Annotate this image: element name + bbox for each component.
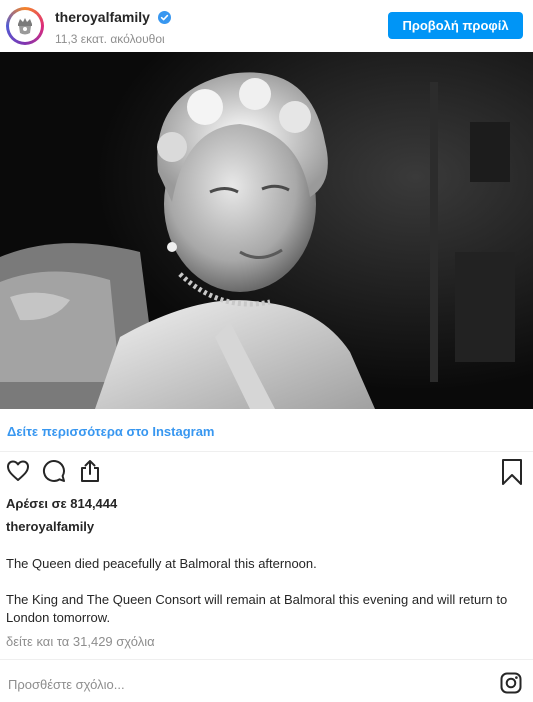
view-profile-button[interactable]: Προβολή προφίλ xyxy=(388,12,523,39)
post-header: theroyalfamily 11,3 εκατ. ακόλουθοι Προβ… xyxy=(0,0,533,52)
portrait-image xyxy=(0,52,533,409)
view-comments-link[interactable]: δείτε και τα 31,429 σχόλια xyxy=(6,634,155,649)
verified-badge-icon xyxy=(158,11,172,29)
comment-input[interactable] xyxy=(6,676,480,693)
post-photo[interactable] xyxy=(0,52,533,409)
royal-crest-icon xyxy=(9,10,41,42)
comment-icon[interactable] xyxy=(42,459,66,488)
instagram-embed-card: theroyalfamily 11,3 εκατ. ακόλουθοι Προβ… xyxy=(0,0,533,702)
user-info: theroyalfamily 11,3 εκατ. ακόλουθοι xyxy=(55,9,172,46)
heart-icon[interactable] xyxy=(6,459,30,488)
followers-count: 11,3 εκατ. ακόλουθοι xyxy=(55,32,165,46)
view-more-on-instagram-link[interactable]: Δείτε περισσότερα στο Instagram xyxy=(7,424,215,439)
instagram-icon[interactable] xyxy=(500,672,522,699)
caption-line-1: The Queen died peacefully at Balmoral th… xyxy=(6,556,317,571)
share-icon[interactable] xyxy=(78,459,102,488)
username[interactable]: theroyalfamily xyxy=(55,9,150,25)
caption-line-2: The King and The Queen Consort will rema… xyxy=(6,592,508,625)
caption-author[interactable]: theroyalfamily xyxy=(6,519,94,534)
avatar[interactable] xyxy=(6,7,44,45)
bookmark-icon[interactable] xyxy=(501,459,523,490)
likes-count[interactable]: Αρέσει σε 814,444 xyxy=(6,496,117,511)
divider xyxy=(0,451,533,452)
divider xyxy=(0,659,533,660)
action-bar xyxy=(0,459,533,489)
